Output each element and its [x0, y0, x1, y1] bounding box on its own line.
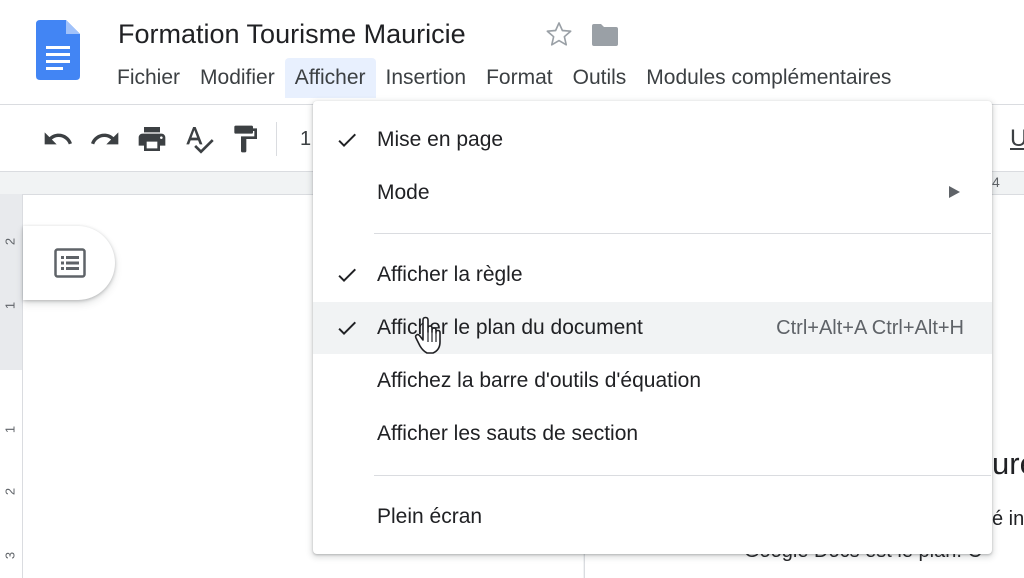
menu-format[interactable]: Format	[476, 58, 563, 98]
ruler-number: 1	[2, 425, 18, 434]
document-title[interactable]: Formation Tourisme Mauricie	[118, 16, 466, 52]
menu-item-barre-equation[interactable]: Affichez la barre d'outils d'équation	[313, 355, 992, 407]
star-icon[interactable]	[545, 20, 573, 48]
menu-item-mise-en-page[interactable]: Mise en page	[313, 114, 992, 166]
page-heading: ure	[992, 446, 1024, 481]
vertical-ruler[interactable]: 2 1 1 2 3	[0, 194, 23, 578]
docs-logo-icon[interactable]	[36, 20, 80, 80]
ruler-number: 2	[2, 237, 18, 246]
spellcheck-icon[interactable]	[183, 123, 215, 155]
zoom-select[interactable]: 1	[300, 122, 311, 156]
document-outline-button[interactable]	[23, 226, 115, 300]
checkmark-icon	[338, 268, 356, 282]
menu-item-label: Afficher la règle	[377, 263, 523, 286]
menu-outils[interactable]: Outils	[563, 58, 637, 98]
checkmark-icon	[338, 321, 356, 335]
ruler-margin	[0, 194, 22, 370]
underline-button[interactable]: U	[1010, 122, 1024, 156]
document-outline-icon	[54, 248, 86, 278]
menu-separator	[374, 233, 991, 234]
menu-insertion[interactable]: Insertion	[376, 58, 477, 98]
menu-modules[interactable]: Modules complémentaires	[636, 58, 901, 98]
toolbar-separator	[276, 122, 277, 156]
hand-cursor-icon	[414, 316, 441, 354]
page-text: é in	[992, 508, 1024, 530]
menu-item-label: Plein écran	[377, 505, 483, 528]
menu-modifier[interactable]: Modifier	[190, 58, 285, 98]
ruler-number: 4	[992, 174, 1000, 190]
redo-icon[interactable]	[89, 123, 121, 155]
menu-item-label: Afficher les sauts de section	[377, 422, 639, 445]
ruler-number: 1	[2, 301, 18, 310]
menu-afficher[interactable]: Afficher	[284, 58, 376, 98]
menu-item-label: Mise en page	[377, 128, 504, 151]
menu-item-label: Mode	[377, 181, 430, 204]
ruler-number: 3	[2, 551, 18, 560]
menu-item-sauts-section[interactable]: Afficher les sauts de section	[313, 408, 992, 460]
ruler-number: 2	[2, 487, 18, 496]
submenu-arrow-icon	[949, 186, 960, 198]
menu-item-label: Affichez la barre d'outils d'équation	[377, 369, 702, 392]
menu-fichier[interactable]: Fichier	[107, 58, 190, 98]
folder-icon[interactable]	[590, 22, 620, 48]
checkmark-icon	[338, 133, 356, 147]
menu-bar: Fichier Modifier Afficher Insertion Form…	[107, 58, 901, 98]
menu-item-mode[interactable]: Mode	[313, 167, 992, 219]
menu-item-shortcut: Ctrl+Alt+A Ctrl+Alt+H	[776, 317, 964, 339]
undo-icon[interactable]	[42, 123, 74, 155]
paint-format-icon[interactable]	[229, 123, 261, 155]
menu-item-afficher-regle[interactable]: Afficher la règle	[313, 249, 992, 301]
menu-separator	[374, 475, 991, 476]
menu-item-plein-ecran[interactable]: Plein écran	[313, 491, 992, 543]
print-icon[interactable]	[136, 123, 168, 155]
